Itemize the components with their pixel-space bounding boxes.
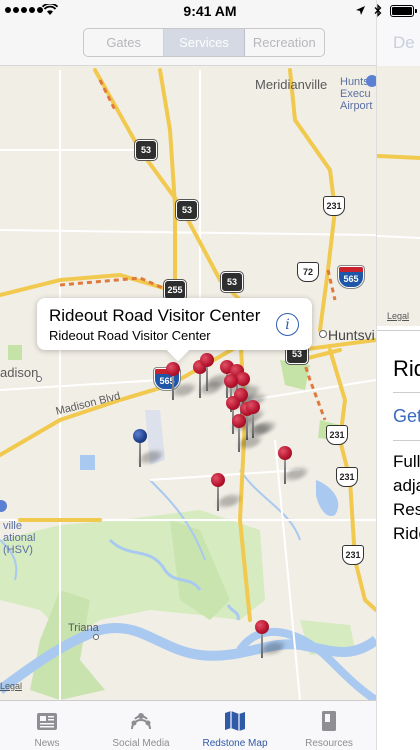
route-shield-231: 231 [342, 545, 364, 565]
detail-panel: De Legal Rid Get Full adja Res Ride [376, 0, 420, 750]
tab-label: Redstone Map [202, 738, 268, 749]
segment-services[interactable]: Services [164, 29, 245, 56]
status-right-group [355, 4, 417, 17]
map-callout[interactable]: Rideout Road Visitor Center Rideout Road… [37, 298, 312, 350]
map-icon [225, 711, 245, 731]
detail-text-line: Res [393, 500, 420, 519]
divider [393, 392, 420, 393]
map-pin[interactable] [246, 400, 278, 440]
tab-resources[interactable]: Resources [282, 701, 376, 750]
callout-subtitle: Rideout Road Visitor Center [49, 328, 211, 343]
route-shield-231: 231 [336, 467, 358, 487]
map-pin[interactable] [166, 362, 198, 402]
tab-label: Resources [305, 738, 353, 749]
map-pin[interactable] [278, 446, 310, 486]
city-dot [36, 376, 42, 382]
route-shield-231: 231 [326, 425, 348, 445]
airport-icon [366, 75, 376, 87]
map-pin[interactable] [200, 353, 232, 393]
category-segmented-control[interactable]: Gates Services Recreation [83, 28, 325, 57]
tab-bar: News Social Media Redstone Map Resources [0, 700, 376, 750]
detail-legal-link[interactable]: Legal [387, 311, 409, 321]
bluetooth-icon [374, 4, 382, 17]
detail-text-line: Full [393, 452, 420, 471]
label-triana: Triana [68, 622, 99, 634]
tab-news[interactable]: News [0, 701, 94, 750]
route-shield-53: 53 [134, 139, 158, 161]
get-directions-link[interactable]: Get [393, 406, 420, 427]
map-pin[interactable] [232, 414, 264, 454]
detail-nav-title: De [393, 33, 415, 52]
status-bar: 9:41 AM [0, 0, 420, 22]
map-pin[interactable] [211, 473, 243, 513]
route-shield-72: 72 [297, 262, 319, 282]
label-huntsville: Huntsvi [328, 327, 375, 343]
detail-title: Rid [393, 356, 420, 381]
city-dot [319, 330, 327, 338]
location-arrow-icon [356, 6, 365, 15]
legal-link[interactable]: Legal [0, 681, 22, 691]
detail-map-preview [377, 66, 420, 326]
tab-social-media[interactable]: Social Media [94, 701, 188, 750]
label-madison: adison [0, 365, 39, 380]
divider [393, 440, 420, 441]
route-shield-231: 231 [323, 196, 345, 216]
tab-label: News [34, 738, 60, 749]
tab-label: Social Media [112, 738, 170, 749]
callout-title: Rideout Road Visitor Center [49, 306, 261, 325]
info-icon[interactable]: i [276, 313, 299, 336]
map-pin[interactable] [255, 620, 287, 660]
map-pin-selected[interactable] [133, 429, 165, 469]
label-meridianville: Meridianville [255, 77, 328, 92]
detail-text-line: adja [393, 476, 420, 495]
route-shield-53: 53 [220, 271, 244, 293]
route-shield-255: 255 [163, 279, 187, 301]
detail-text-line: Ride [393, 524, 420, 543]
city-dot [93, 634, 99, 640]
news-icon [37, 713, 57, 730]
divider [377, 330, 420, 331]
social-media-icon [131, 713, 151, 730]
tab-redstone-map[interactable]: Redstone Map [188, 701, 282, 750]
resources-icon [322, 711, 336, 731]
route-shield-53: 53 [175, 199, 199, 221]
segment-recreation[interactable]: Recreation [245, 29, 324, 56]
interstate-shield-565: 565 [337, 265, 365, 289]
label-hsv: ville ational (HSV) [3, 520, 36, 556]
segment-gates[interactable]: Gates [84, 29, 165, 56]
battery-icon [390, 4, 417, 17]
